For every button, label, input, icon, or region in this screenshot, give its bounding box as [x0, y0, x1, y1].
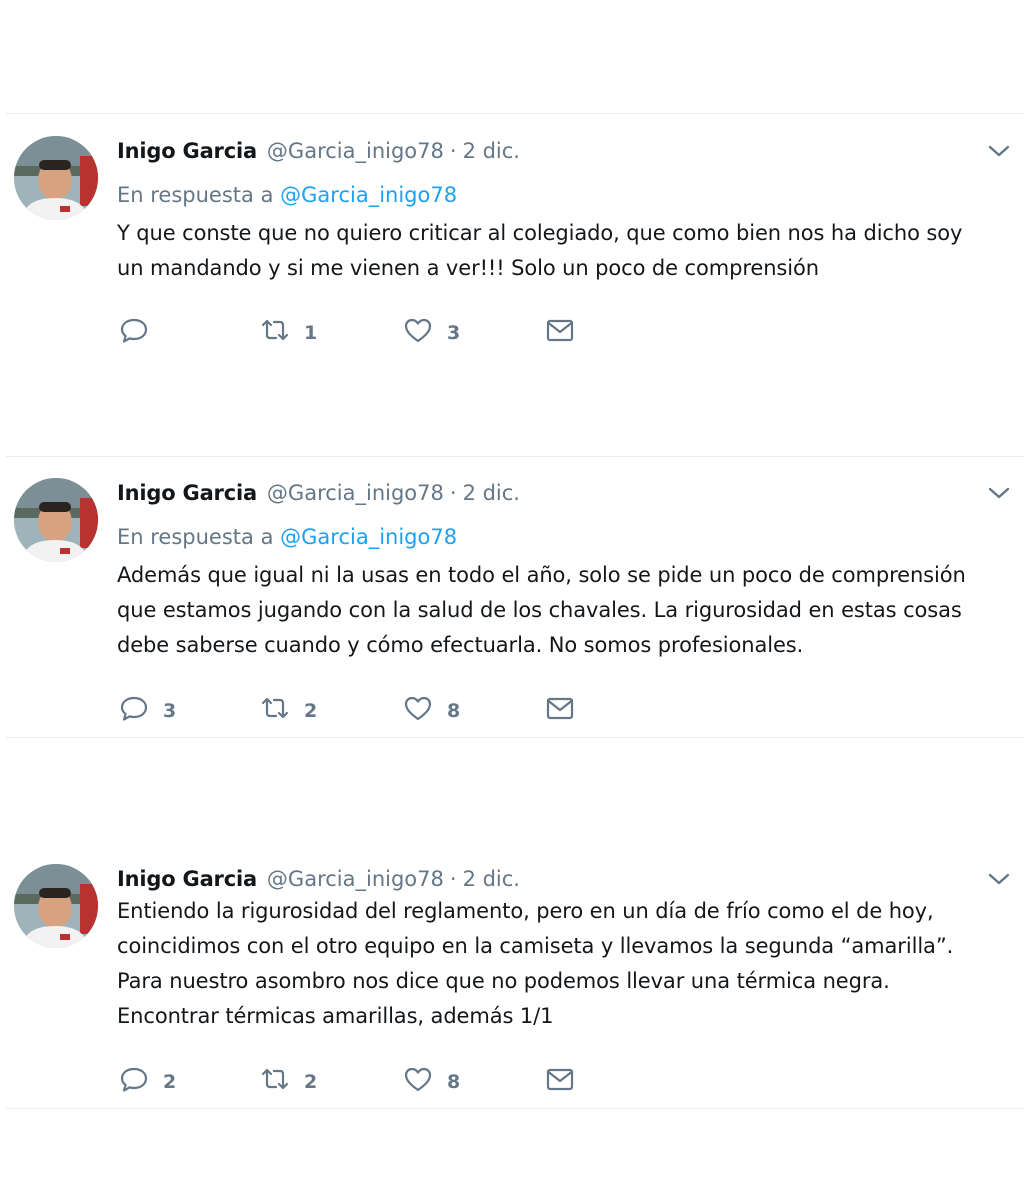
tweet-header: Inigo Garcia @Garcia_inigo78 · 2 dic. — [117, 136, 1004, 166]
tweet-text-line: Y que conste que no quiero criticar al c… — [117, 221, 963, 245]
tweet-text-line: que estamos jugando con la salud de los … — [117, 598, 962, 622]
tweet-text-line: coincidimos con el otro equipo en la cam… — [117, 934, 954, 958]
retweet-button[interactable]: 2 — [260, 691, 317, 725]
reply-icon — [120, 1067, 148, 1092]
retweet-count: 2 — [304, 1071, 318, 1093]
tweet-text: Además que igual ni la usas en todo el a… — [117, 558, 1004, 663]
separator: · — [449, 139, 457, 163]
reply-button[interactable]: 3 — [119, 691, 176, 725]
envelope-icon — [546, 319, 574, 342]
tweet-date[interactable]: 2 dic. — [463, 867, 520, 891]
retweet-icon — [261, 319, 289, 341]
chevron-down-icon[interactable] — [988, 872, 1010, 886]
tweet-text-line: Para nuestro asombro nos dice que no pod… — [117, 969, 890, 993]
reply-button[interactable] — [119, 313, 163, 347]
author-name[interactable]: Inigo Garcia — [117, 867, 257, 891]
heart-icon — [404, 1067, 432, 1092]
tweet-text-line: Entiendo la rigurosidad del reglamento, … — [117, 899, 934, 923]
tweet-actions: 1 3 — [117, 313, 597, 347]
tweet-text-line: Además que igual ni la usas en todo el a… — [117, 563, 966, 587]
like-count: 8 — [447, 1071, 461, 1093]
envelope-icon — [546, 697, 574, 720]
separator: · — [449, 867, 457, 891]
tweet-actions: 3 2 8 — [117, 691, 597, 725]
divider-top — [6, 113, 1024, 114]
tweet-date[interactable]: 2 dic. — [463, 481, 520, 505]
heart-icon — [404, 696, 432, 721]
author-name[interactable]: Inigo Garcia — [117, 481, 257, 505]
envelope-icon — [546, 1068, 574, 1091]
reply-context: En respuesta a @Garcia_inigo78 — [117, 180, 1004, 210]
reply-count: 3 — [163, 700, 177, 722]
like-count: 3 — [447, 322, 461, 344]
direct-message-button[interactable] — [545, 313, 575, 347]
tweet-header: Inigo Garcia @Garcia_inigo78 · 2 dic. — [117, 478, 1004, 508]
retweet-button[interactable]: 1 — [260, 313, 317, 347]
author-handle[interactable]: @Garcia_inigo78 — [267, 867, 444, 891]
retweet-icon — [261, 697, 289, 719]
chevron-down-icon[interactable] — [988, 144, 1010, 158]
reply-icon — [120, 318, 148, 343]
separator: · — [449, 481, 457, 505]
avatar[interactable] — [14, 478, 98, 562]
avatar[interactable] — [14, 864, 98, 948]
reply-icon — [120, 696, 148, 721]
tweet-actions: 2 2 8 — [117, 1062, 597, 1096]
like-button[interactable]: 8 — [403, 1062, 460, 1096]
reply-mention-link[interactable]: @Garcia_inigo78 — [280, 525, 457, 549]
tweet-text-line: un mandando y si me vienen a ver!!! Solo… — [117, 256, 819, 280]
direct-message-button[interactable] — [545, 1062, 575, 1096]
reply-context: En respuesta a @Garcia_inigo78 — [117, 522, 1004, 552]
retweet-count: 2 — [304, 700, 318, 722]
divider — [6, 1108, 1024, 1109]
reply-prefix: En respuesta a — [117, 183, 274, 207]
like-count: 8 — [447, 700, 461, 722]
reply-mention-link[interactable]: @Garcia_inigo78 — [280, 183, 457, 207]
divider — [6, 456, 1024, 457]
reply-prefix: En respuesta a — [117, 525, 274, 549]
tweet-text: Entiendo la rigurosidad del reglamento, … — [117, 894, 1004, 1034]
like-button[interactable]: 3 — [403, 313, 460, 347]
tweet-text-line: Encontrar térmicas amarillas, además 1/1 — [117, 1004, 554, 1028]
tweet-date[interactable]: 2 dic. — [463, 139, 520, 163]
direct-message-button[interactable] — [545, 691, 575, 725]
tweet-header: Inigo Garcia @Garcia_inigo78 · 2 dic. — [117, 864, 1004, 894]
divider — [6, 737, 1024, 738]
author-handle[interactable]: @Garcia_inigo78 — [267, 139, 444, 163]
tweet-text-line: debe saberse cuando y cómo efectuarla. N… — [117, 633, 804, 657]
avatar[interactable] — [14, 136, 98, 220]
tweet-text: Y que conste que no quiero criticar al c… — [117, 216, 1004, 286]
retweet-button[interactable]: 2 — [260, 1062, 317, 1096]
reply-count: 2 — [163, 1071, 177, 1093]
heart-icon — [404, 318, 432, 343]
retweet-icon — [261, 1068, 289, 1090]
like-button[interactable]: 8 — [403, 691, 460, 725]
chevron-down-icon[interactable] — [988, 486, 1010, 500]
retweet-count: 1 — [304, 322, 318, 344]
reply-button[interactable]: 2 — [119, 1062, 176, 1096]
author-name[interactable]: Inigo Garcia — [117, 139, 257, 163]
author-handle[interactable]: @Garcia_inigo78 — [267, 481, 444, 505]
